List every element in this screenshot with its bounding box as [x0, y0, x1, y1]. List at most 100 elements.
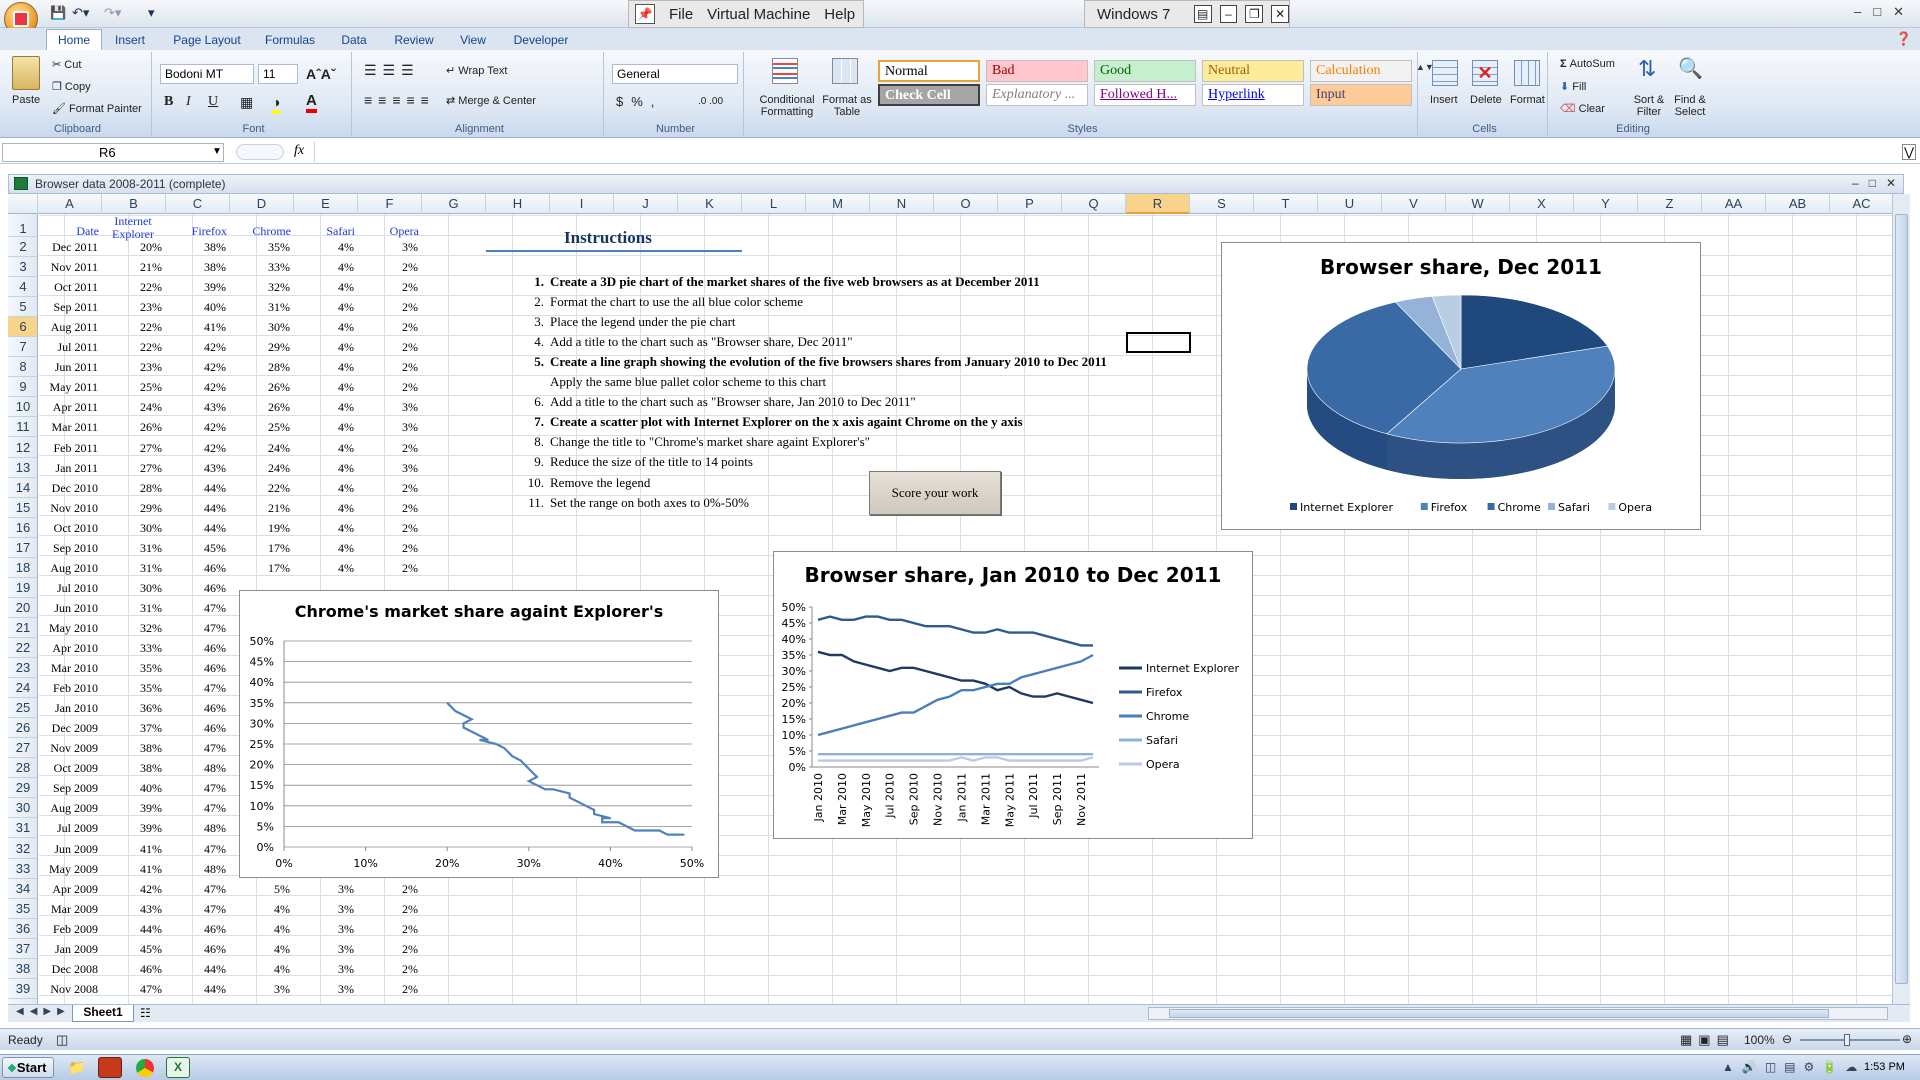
row-header-28[interactable]: 28	[8, 758, 37, 779]
tab-view[interactable]: View	[456, 31, 490, 50]
vm-menu-file[interactable]: File	[669, 6, 693, 23]
sort-filter-icon[interactable]: ⇅	[1638, 56, 1656, 82]
column-header-l[interactable]: L	[742, 194, 806, 214]
line-chart[interactable]: Browser share, Jan 2010 to Dec 2011 0% 5%…	[773, 551, 1253, 839]
font-size-select[interactable]: 11	[258, 64, 298, 84]
fill-color-icon[interactable]: ◑	[272, 94, 281, 114]
number-format-select[interactable]: General	[612, 64, 738, 84]
sheet-nav-icons[interactable]: ◀◀▶▶	[16, 1006, 71, 1017]
formula-input[interactable]	[314, 142, 1906, 162]
cell-style-bad[interactable]: Bad	[986, 60, 1088, 82]
row-header-31[interactable]: 31	[8, 818, 37, 839]
cell-style-input[interactable]: Input	[1310, 84, 1412, 106]
tab-page-layout[interactable]: Page Layout	[168, 31, 246, 50]
row-header-5[interactable]: 5	[8, 297, 37, 318]
delete-cells-icon[interactable]: ✕	[1472, 60, 1498, 86]
row-header-35[interactable]: 35	[8, 899, 37, 919]
row-header-15[interactable]: 15	[8, 498, 37, 518]
column-header-v[interactable]: V	[1382, 194, 1446, 214]
cell-style-normal[interactable]: Normal	[878, 60, 980, 82]
paste-button[interactable]: Paste	[12, 94, 40, 106]
row-header-24[interactable]: 24	[8, 678, 37, 699]
row-header-17[interactable]: 17	[8, 538, 37, 558]
formula-bar-handle[interactable]	[236, 144, 284, 160]
cell-style-calculation[interactable]: Calculation	[1310, 60, 1412, 82]
row-header-18[interactable]: 18	[8, 558, 37, 578]
binoculars-icon[interactable]: 🔍	[1678, 56, 1703, 81]
column-header-j[interactable]: J	[614, 194, 678, 214]
row-header-36[interactable]: 36	[8, 919, 37, 939]
select-all-corner[interactable]	[8, 194, 38, 214]
scatter-series-line[interactable]	[446, 702, 684, 836]
row-header-21[interactable]: 21	[8, 618, 37, 638]
row-header-3[interactable]: 3	[8, 257, 37, 278]
view-mode-icons[interactable]: ▦▣▤	[1680, 1032, 1735, 1048]
start-button[interactable]: ❖Start	[2, 1057, 54, 1078]
row-header-25[interactable]: 25	[8, 698, 37, 719]
column-header-b[interactable]: B	[102, 194, 166, 214]
cell-style-neutral[interactable]: Neutral	[1202, 60, 1304, 82]
sheet-tab-sheet1[interactable]: Sheet1	[72, 1005, 134, 1022]
scatter-chart[interactable]: Chrome's market share againt Explorer's …	[239, 590, 719, 878]
sort-filter-button[interactable]: Sort & Filter	[1630, 94, 1668, 118]
undo-icon[interactable]: ↶▾	[72, 5, 89, 23]
italic-button[interactable]: I	[186, 94, 191, 110]
find-select-button[interactable]: Find & Select	[1670, 94, 1710, 118]
chrome-taskbar-icon[interactable]	[136, 1059, 154, 1077]
line-series-internet-explorer[interactable]	[817, 650, 1094, 705]
firefox-taskbar-icon[interactable]	[98, 1057, 122, 1078]
wrap-text-button[interactable]: ↵ Wrap Text	[446, 64, 507, 77]
tab-insert[interactable]: Insert	[110, 31, 150, 50]
decimal-icons[interactable]: .0 .00	[698, 96, 723, 107]
row-header-20[interactable]: 20	[8, 598, 37, 618]
format-cells-icon[interactable]	[1514, 60, 1540, 86]
row-header-9[interactable]: 9	[8, 377, 37, 398]
column-header-r[interactable]: R	[1126, 194, 1190, 214]
help-icon[interactable]: ❓	[1896, 31, 1912, 47]
delete-button[interactable]: Delete	[1470, 94, 1502, 106]
cell-style-followed-h-[interactable]: Followed H...	[1094, 84, 1196, 106]
column-header-c[interactable]: C	[166, 194, 230, 214]
conditional-formatting-button[interactable]: Conditional Formatting	[756, 94, 818, 118]
save-icon[interactable]: 💾	[50, 5, 66, 23]
underline-button[interactable]: U	[208, 94, 218, 110]
conditional-formatting-icon[interactable]	[772, 58, 798, 84]
row-header-32[interactable]: 32	[8, 839, 37, 859]
row-header-4[interactable]: 4	[8, 277, 37, 298]
row-header-6[interactable]: 6	[8, 317, 37, 338]
row-header-7[interactable]: 7	[8, 337, 37, 358]
cut-button[interactable]: ✂ Cut	[52, 58, 81, 71]
row-header-2[interactable]: 2	[8, 237, 37, 257]
row-header-8[interactable]: 8	[8, 357, 37, 378]
column-header-t[interactable]: T	[1254, 194, 1318, 214]
row-header-16[interactable]: 16	[8, 518, 37, 538]
column-header-q[interactable]: Q	[1062, 194, 1126, 214]
row-header-39[interactable]: 39	[8, 979, 37, 999]
vm-menu-help[interactable]: Help	[824, 6, 855, 23]
name-box[interactable]: R6	[2, 143, 224, 162]
cell-style-check-cell[interactable]: Check Cell	[878, 84, 980, 106]
zoom-slider-thumb[interactable]	[1844, 1034, 1850, 1046]
expand-formula-icon[interactable]: ⋁	[1902, 144, 1916, 160]
tab-data[interactable]: Data	[336, 31, 372, 50]
zoom-slider[interactable]	[1800, 1039, 1900, 1041]
redo-icon[interactable]: ↷▾	[104, 5, 121, 23]
column-header-x[interactable]: X	[1510, 194, 1574, 214]
workbook-window-controls[interactable]: –□✕	[1852, 176, 1906, 190]
pin-icon[interactable]: 📌	[635, 4, 655, 24]
merge-center-button[interactable]: ⇄ Merge & Center	[446, 94, 536, 107]
tab-formulas[interactable]: Formulas	[262, 31, 318, 50]
tab-developer[interactable]: Developer	[508, 31, 574, 50]
format-painter-button[interactable]: 🖌 Format Painter	[52, 102, 142, 115]
column-header-m[interactable]: M	[806, 194, 870, 214]
cell-style-hyperlink[interactable]: Hyperlink	[1202, 84, 1304, 106]
monitor-icon[interactable]: ▤	[1193, 5, 1212, 23]
column-header-a[interactable]: A	[38, 194, 102, 214]
row-header-14[interactable]: 14	[8, 478, 37, 498]
cell-style-explanatory-[interactable]: Explanatory ...	[986, 84, 1088, 106]
column-header-p[interactable]: P	[998, 194, 1062, 214]
format-button[interactable]: Format	[1510, 94, 1545, 106]
grow-font-icon[interactable]: AˆAˇ	[306, 66, 336, 82]
row-header-29[interactable]: 29	[8, 778, 37, 799]
column-header-o[interactable]: O	[934, 194, 998, 214]
